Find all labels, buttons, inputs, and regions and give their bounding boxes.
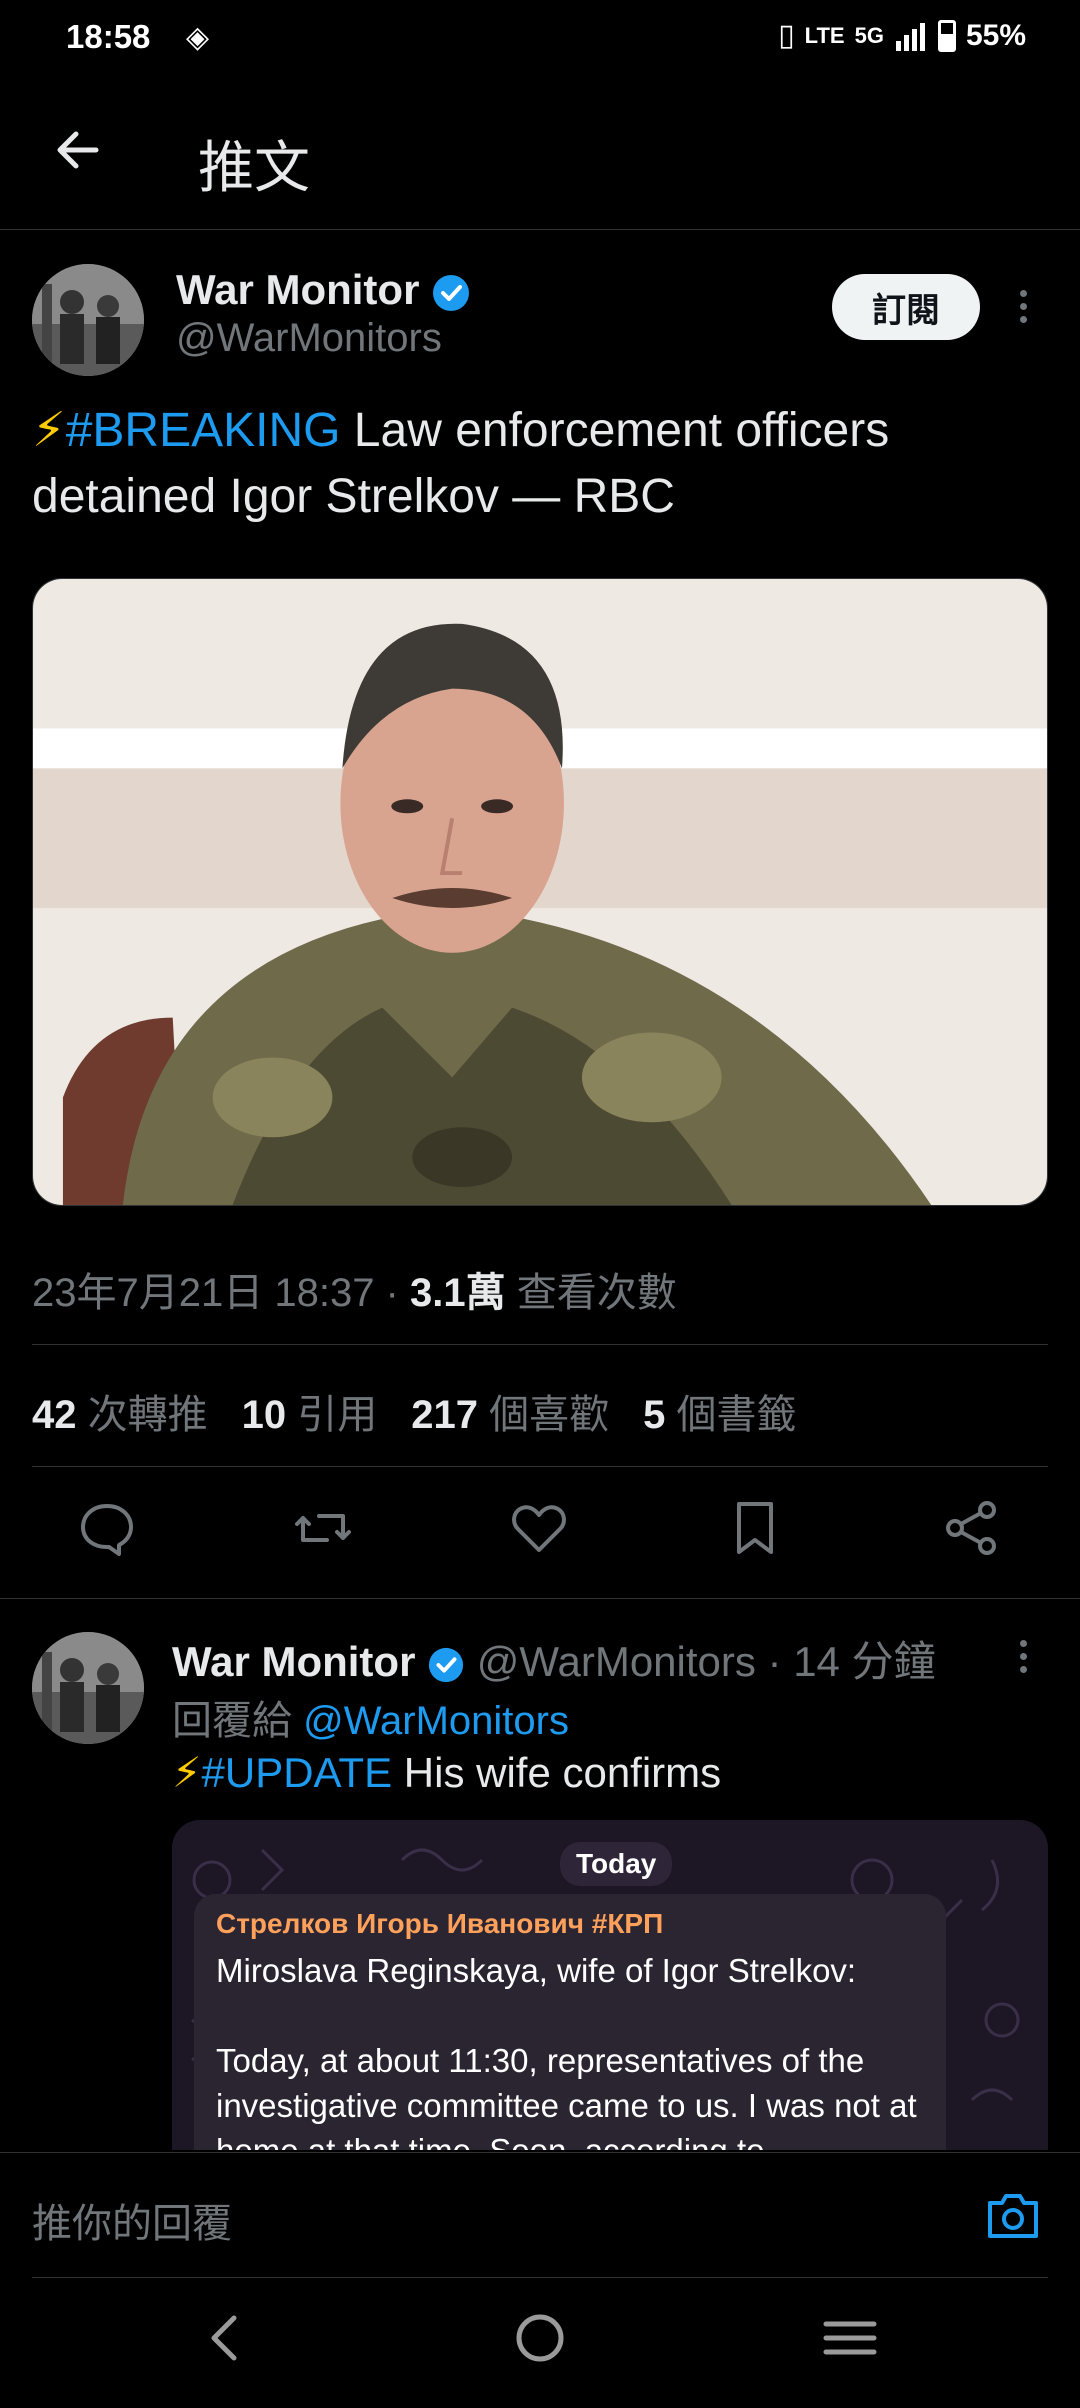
system-navigation-bar [0, 2278, 1080, 2408]
battery-percent: 55% [965, 18, 1026, 52]
camera-icon[interactable] [984, 2191, 1042, 2241]
more-options-icon[interactable] [1020, 290, 1027, 323]
reply-icon[interactable] [77, 1498, 137, 1558]
reply-body: His wife confirms [392, 1749, 722, 1796]
status-bar: 18:58 ◈ ▯ LTE 5G 55% [0, 0, 1080, 80]
retweet-icon[interactable] [293, 1498, 353, 1558]
share-icon[interactable] [941, 1498, 1001, 1558]
date-pill: Today [560, 1842, 673, 1886]
telegram-message-bubble: Стрелков Игорь Иванович #КРП Miroslava R… [194, 1894, 946, 2150]
divider [32, 1344, 1048, 1345]
tweet-actions [0, 1490, 1080, 1570]
verified-badge-icon [433, 274, 470, 311]
reply-composer-bar: 推你的回覆 [0, 2152, 1080, 2278]
back-arrow-icon[interactable] [50, 122, 106, 178]
reply-header: War Monitor @WarMonitors · 14 分鐘 [172, 1628, 936, 1689]
author-name[interactable]: War Monitor [176, 266, 471, 314]
bookmark-icon[interactable] [725, 1498, 785, 1558]
nav-back-icon[interactable] [196, 2308, 256, 2368]
network-label: 5G [854, 22, 884, 48]
view-count: 3.1萬 [410, 1271, 506, 1315]
battery-icon [937, 19, 956, 52]
lightning-icon: ⚡ [172, 1749, 202, 1796]
author-handle[interactable]: @WarMonitors [176, 316, 442, 361]
tweet-timestamp[interactable]: 23年7月21日 18:37 · [32, 1271, 410, 1315]
vibrate-icon: ▯ [778, 19, 795, 52]
app-notification-icon: ◈ [186, 21, 210, 54]
lte-label: LTE [804, 22, 845, 48]
quote-stat[interactable]: 10 引用 [242, 1382, 378, 1440]
hashtag-link[interactable]: #UPDATE [202, 1749, 393, 1796]
reply-input[interactable]: 推你的回覆 [32, 2191, 232, 2249]
lightning-icon: ⚡ [32, 404, 66, 457]
retweet-stat[interactable]: 42 次轉推 [32, 1382, 208, 1440]
nav-home-icon[interactable] [510, 2308, 570, 2368]
status-time: 18:58 [66, 18, 151, 55]
divider [32, 1466, 1048, 1467]
reply-to-prefix: 回覆給 [172, 1699, 304, 1743]
reply-to-line: 回覆給 @WarMonitors [172, 1688, 569, 1746]
bookmark-stat[interactable]: 5 個書籤 [643, 1382, 796, 1440]
reply-handle-time[interactable]: @WarMonitors · 14 分鐘 [477, 1638, 936, 1685]
nav-recents-icon[interactable] [820, 2308, 880, 2368]
tweet-meta: 23年7月21日 18:37 · 3.1萬 查看次數 [32, 1260, 677, 1318]
status-indicators: ▯ LTE 5G 55% [778, 18, 1026, 53]
hashtag-link[interactable]: #BREAKING [66, 404, 341, 457]
top-app-bar: 推文 [0, 80, 1080, 230]
signal-icon [895, 22, 925, 51]
subscribe-button[interactable]: 訂閱 [832, 274, 980, 340]
like-stat[interactable]: 217 個喜歡 [411, 1382, 609, 1440]
view-count-label: 查看次數 [505, 1271, 677, 1315]
tweet-photo[interactable] [32, 578, 1048, 1206]
page-title: 推文 [198, 136, 310, 199]
author-name-text: War Monitor [176, 266, 420, 313]
author-avatar[interactable] [32, 264, 144, 376]
reply-author-name[interactable]: War Monitor [172, 1638, 415, 1685]
message-author: Стрелков Игорь Иванович #КРП [216, 1908, 664, 1939]
divider [0, 1598, 1080, 1599]
tweet-text: ⚡#BREAKING Law enforcement officers deta… [32, 398, 1052, 530]
message-body: Miroslava Reginskaya, wife of Igor Strel… [216, 1952, 917, 2150]
reply-author-avatar[interactable] [32, 1632, 144, 1744]
reply-to-handle-link[interactable]: @WarMonitors [303, 1699, 569, 1743]
verified-badge-icon [428, 1647, 464, 1683]
reply-text: ⚡#UPDATE His wife confirms [172, 1748, 721, 1797]
tweet-stats: 42 次轉推 10 引用 217 個喜歡 5 個書籤 [32, 1382, 797, 1440]
like-heart-icon[interactable] [509, 1498, 569, 1558]
reply-image-telegram-screenshot[interactable]: Today Стрелков Игорь Иванович #КРП Miros… [172, 1820, 1048, 2150]
reply-more-options-icon[interactable] [1020, 1640, 1027, 1673]
